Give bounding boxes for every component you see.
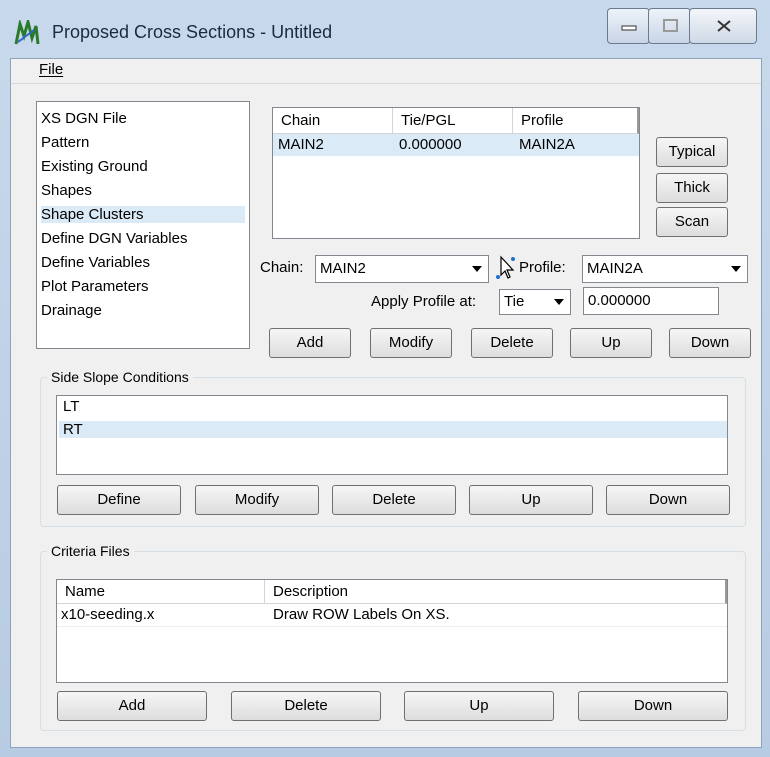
chain-label: Chain: [260, 259, 304, 276]
menu-file[interactable]: File [39, 61, 63, 78]
cell-profile: MAIN2A [519, 136, 575, 153]
chain-table[interactable]: Chain Tie/PGL Profile MAIN2 0.000000 MAI… [272, 107, 640, 239]
close-icon [717, 20, 731, 32]
down-slope-button[interactable]: Down [606, 485, 730, 515]
delete-slope-button[interactable]: Delete [332, 485, 456, 515]
minimize-icon [621, 25, 637, 31]
minimize-button[interactable] [607, 8, 650, 44]
list-item[interactable]: Define Variables [41, 254, 245, 271]
chevron-down-icon [731, 266, 741, 272]
list-item[interactable]: Define DGN Variables [41, 230, 245, 247]
col-header-tie-pgl[interactable]: Tie/PGL [393, 108, 513, 134]
apply-profile-label: Apply Profile at: [371, 293, 477, 310]
list-item[interactable]: Shapes [41, 182, 245, 199]
col-header-name[interactable]: Name [57, 580, 265, 604]
up-slope-button[interactable]: Up [469, 485, 593, 515]
cell-description: Draw ROW Labels On XS. [273, 606, 450, 623]
chevron-down-icon [554, 299, 564, 305]
thick-button[interactable]: Thick [656, 173, 728, 203]
typical-button[interactable]: Typical [656, 137, 728, 167]
delete-chain-button[interactable]: Delete [471, 328, 553, 358]
app-window: Proposed Cross Sections - Untitled File … [0, 0, 770, 757]
apply-profile-value: Tie [504, 293, 525, 310]
pointer-select-icon[interactable] [495, 255, 517, 281]
close-button[interactable] [689, 8, 757, 44]
cell-name: x10-seeding.x [61, 606, 155, 623]
cell-chain: MAIN2 [278, 136, 324, 153]
col-header-chain[interactable]: Chain [273, 108, 393, 134]
down-criteria-button[interactable]: Down [578, 691, 728, 721]
criteria-files-table[interactable]: Name Description x10-seeding.x Draw ROW … [56, 579, 728, 683]
microstation-app-icon [14, 20, 40, 45]
title-bar[interactable]: Proposed Cross Sections - Untitled [0, 0, 770, 60]
menu-bar: File [11, 59, 761, 84]
profile-select[interactable]: MAIN2A [582, 255, 748, 283]
scan-button[interactable]: Scan [656, 207, 728, 237]
delete-criteria-button[interactable]: Delete [231, 691, 381, 721]
dialog-client-area: File XS DGN File Pattern Existing Ground Sh… [10, 58, 762, 748]
maximize-icon [663, 19, 678, 32]
side-slope-label: Side Slope Conditions [47, 369, 193, 385]
criteria-files-label: Criteria Files [47, 543, 134, 559]
list-item[interactable]: Existing Ground [41, 158, 245, 175]
add-chain-button[interactable]: Add [269, 328, 351, 358]
profile-select-value: MAIN2A [587, 260, 643, 277]
apply-profile-select[interactable]: Tie [499, 289, 571, 315]
add-criteria-button[interactable]: Add [57, 691, 207, 721]
window-title: Proposed Cross Sections - Untitled [52, 22, 333, 42]
up-chain-button[interactable]: Up [570, 328, 652, 358]
down-chain-button[interactable]: Down [669, 328, 751, 358]
define-slope-button[interactable]: Define [57, 485, 181, 515]
list-item[interactable]: XS DGN File [41, 110, 245, 127]
apply-offset-input[interactable]: 0.000000 [583, 287, 719, 315]
list-item[interactable]: LT [59, 398, 727, 415]
category-list[interactable]: XS DGN File Pattern Existing Ground Shapes S… [36, 101, 250, 349]
list-item[interactable]: Pattern [41, 134, 245, 151]
list-item[interactable]: Plot Parameters [41, 278, 245, 295]
col-header-profile[interactable]: Profile [513, 108, 639, 134]
maximize-button[interactable] [648, 8, 691, 44]
cell-tie-pgl: 0.000000 [399, 136, 462, 153]
chevron-down-icon [472, 266, 482, 272]
table-row[interactable]: x10-seeding.x Draw ROW Labels On XS. [57, 604, 727, 627]
up-criteria-button[interactable]: Up [404, 691, 554, 721]
modify-chain-button[interactable]: Modify [370, 328, 452, 358]
chain-select-value: MAIN2 [320, 260, 366, 277]
table-row[interactable]: MAIN2 0.000000 MAIN2A [273, 134, 639, 156]
side-slope-list[interactable]: LT RT [56, 395, 728, 475]
list-item[interactable]: Drainage [41, 302, 245, 319]
col-header-description[interactable]: Description [265, 580, 727, 604]
list-item[interactable]: RT [59, 421, 727, 438]
modify-slope-button[interactable]: Modify [195, 485, 319, 515]
list-item[interactable]: Shape Clusters [41, 206, 245, 223]
profile-label: Profile: [519, 259, 566, 276]
chain-select[interactable]: MAIN2 [315, 255, 489, 283]
